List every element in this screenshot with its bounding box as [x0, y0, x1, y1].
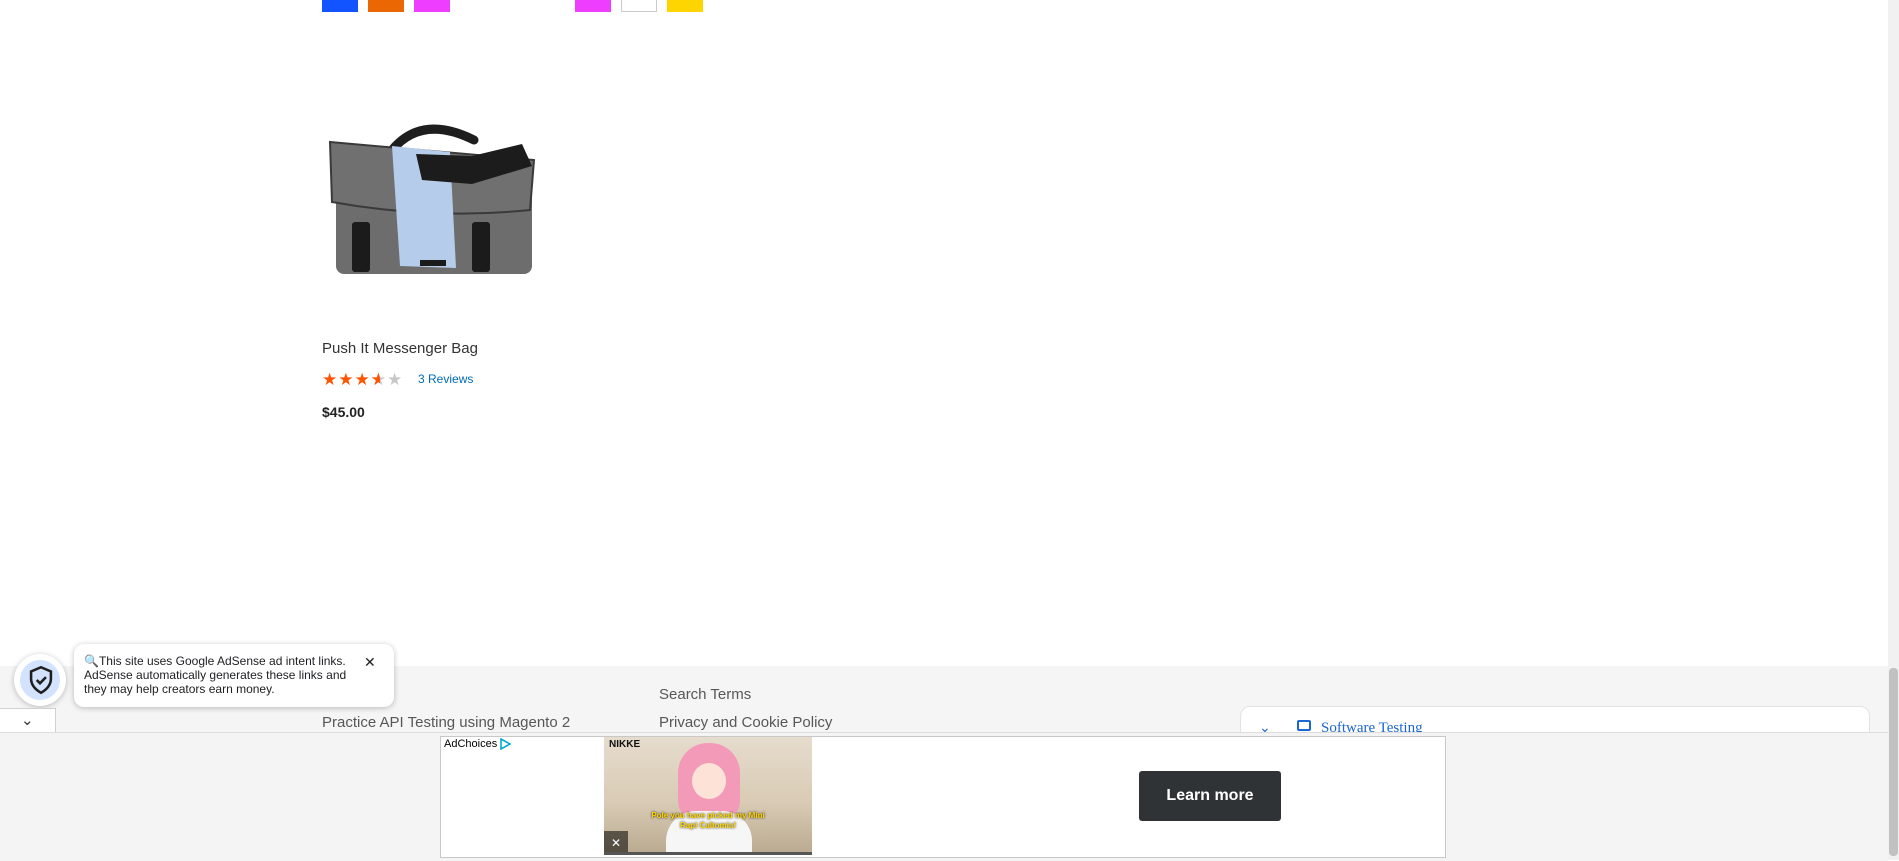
color-swatch-orange[interactable]: [368, 0, 404, 12]
color-swatch-yellow[interactable]: [667, 0, 703, 12]
footer-link-practice-api[interactable]: Practice API Testing using Magento 2: [322, 714, 570, 731]
color-swatch-purple[interactable]: [414, 0, 450, 12]
chevron-down-icon: ⌄: [21, 712, 34, 729]
adsense-notice-text: 🔍This site uses Google AdSense ad intent…: [84, 654, 347, 696]
shield-button[interactable]: [14, 654, 66, 706]
reviews-link[interactable]: 3 Reviews: [418, 372, 473, 386]
adsense-notice-popup: 🔍This site uses Google AdSense ad intent…: [74, 644, 394, 707]
ad-banner[interactable]: AdChoices NIKKE Pole you have picked my …: [440, 736, 1446, 858]
color-swatch-blue[interactable]: [322, 0, 358, 12]
footer-link-search-terms[interactable]: Search Terms: [659, 686, 751, 703]
messenger-bag-photo: [328, 124, 536, 274]
video-progress-bar[interactable]: [604, 852, 812, 855]
collapse-ad-button[interactable]: ⌄: [0, 708, 56, 732]
ad-video[interactable]: NIKKE Pole you have picked my Mini Rapi …: [604, 737, 812, 855]
scrollbar-thumb[interactable]: [1889, 668, 1898, 856]
adchoices-label[interactable]: AdChoices: [444, 738, 497, 750]
adchoices-icon[interactable]: [499, 738, 511, 750]
learn-more-button[interactable]: Learn more: [1139, 771, 1281, 821]
product-name[interactable]: Push It Messenger Bag: [322, 340, 478, 357]
rating-stars: ★★★★ ★ ★: [322, 370, 404, 389]
product-image[interactable]: [322, 110, 542, 280]
window-icon: [1297, 720, 1311, 731]
product-price: $45.00: [322, 404, 365, 420]
shield-check-icon: [29, 665, 53, 695]
video-caption: Pole you have picked my Mini Rapi Caltom…: [651, 811, 765, 830]
close-icon[interactable]: ✕: [364, 654, 376, 671]
color-swatch-white[interactable]: [621, 0, 657, 12]
footer-link-privacy-policy[interactable]: Privacy and Cookie Policy: [659, 714, 832, 731]
color-swatch-purple-2[interactable]: [575, 0, 611, 12]
video-brand-logo: NIKKE: [609, 739, 641, 750]
